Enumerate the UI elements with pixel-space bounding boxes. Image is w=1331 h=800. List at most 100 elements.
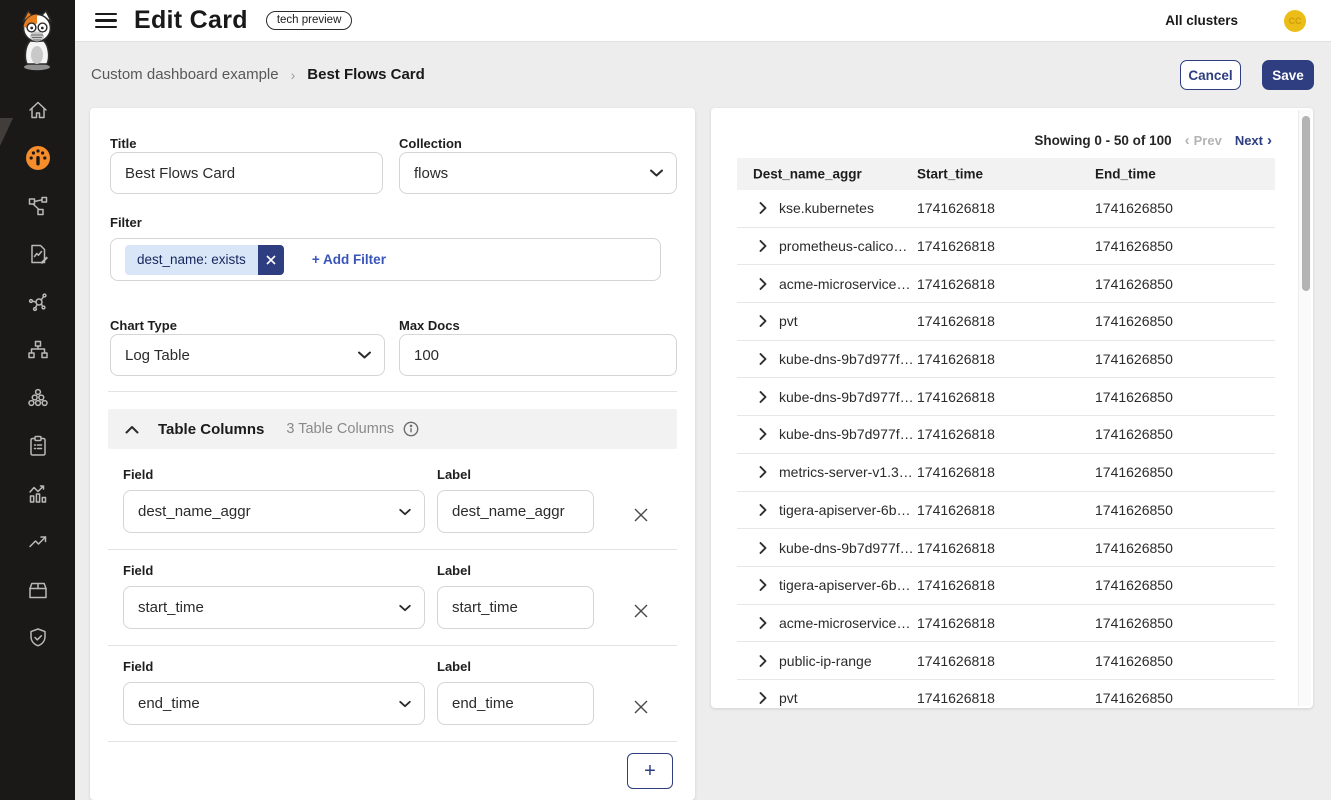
cell-start-time: 1741626818 bbox=[917, 577, 995, 593]
home-icon bbox=[26, 98, 50, 122]
column-label-input[interactable]: end_time bbox=[437, 682, 594, 725]
add-column-button[interactable]: + bbox=[627, 753, 673, 789]
field-label: Field bbox=[123, 467, 153, 482]
column-field-select[interactable]: end_time bbox=[123, 682, 425, 725]
divider bbox=[108, 741, 677, 742]
row-expand-chevron-icon[interactable] bbox=[759, 428, 767, 440]
cell-dest-name: kube-dns-9b7d977f… bbox=[779, 351, 914, 367]
table-column-row: Field dest_name_aggr Label dest_name_agg… bbox=[90, 467, 695, 537]
table-row[interactable]: acme-microservice… 1741626818 1741626850 bbox=[737, 265, 1275, 303]
row-expand-chevron-icon[interactable] bbox=[759, 655, 767, 667]
cell-start-time: 1741626818 bbox=[917, 276, 995, 292]
prev-page-button[interactable]: ‹ Prev bbox=[1185, 133, 1222, 148]
filter-input[interactable]: dest_name: exists + Add Filter bbox=[110, 238, 661, 281]
scrollbar-thumb[interactable] bbox=[1302, 116, 1310, 291]
cell-dest-name: tigera-apiserver-6b… bbox=[779, 577, 911, 593]
table-row[interactable]: pvt 1741626818 1741626850 bbox=[737, 680, 1275, 708]
column-label-input[interactable]: dest_name_aggr bbox=[437, 490, 594, 533]
table-row[interactable]: kube-dns-9b7d977f… 1741626818 1741626850 bbox=[737, 378, 1275, 416]
cell-end-time: 1741626850 bbox=[1095, 615, 1173, 631]
row-expand-chevron-icon[interactable] bbox=[759, 278, 767, 290]
row-expand-chevron-icon[interactable] bbox=[759, 692, 767, 704]
hamburger-menu-icon[interactable] bbox=[95, 13, 117, 29]
cell-end-time: 1741626850 bbox=[1095, 238, 1173, 254]
table-row[interactable]: tigera-apiserver-6b… 1741626818 17416268… bbox=[737, 492, 1275, 530]
cell-start-time: 1741626818 bbox=[917, 389, 995, 405]
table-row[interactable]: tigera-apiserver-6b… 1741626818 17416268… bbox=[737, 567, 1275, 605]
sidebar-item-security[interactable] bbox=[0, 614, 75, 662]
chevron-down-icon bbox=[358, 351, 371, 359]
max-docs-input[interactable]: 100 bbox=[399, 334, 677, 376]
column-label-input[interactable]: start_time bbox=[437, 586, 594, 629]
table-row[interactable]: kube-dns-9b7d977f… 1741626818 1741626850 bbox=[737, 416, 1275, 454]
cell-end-time: 1741626850 bbox=[1095, 690, 1173, 706]
scrollbar-track[interactable] bbox=[1298, 110, 1311, 706]
sidebar-item-log-stats[interactable] bbox=[0, 470, 75, 518]
sidebar-item-policies[interactable] bbox=[0, 230, 75, 278]
chevron-up-icon[interactable] bbox=[125, 425, 139, 434]
sidebar-item-threat-trends[interactable] bbox=[0, 518, 75, 566]
save-button[interactable]: Save bbox=[1262, 60, 1314, 90]
document-edit-icon bbox=[26, 242, 50, 266]
next-page-button[interactable]: Next › bbox=[1235, 133, 1272, 148]
filter-chip-remove-icon[interactable] bbox=[258, 245, 284, 275]
table-row[interactable]: kube-dns-9b7d977f… 1741626818 1741626850 bbox=[737, 529, 1275, 567]
row-expand-chevron-icon[interactable] bbox=[759, 391, 767, 403]
sidebar-item-home[interactable] bbox=[0, 86, 75, 134]
breadcrumb-parent-link[interactable]: Custom dashboard example bbox=[91, 66, 279, 83]
table-row[interactable]: pvt 1741626818 1741626850 bbox=[737, 303, 1275, 341]
table-columns-section-header[interactable]: Table Columns 3 Table Columns bbox=[108, 409, 677, 449]
info-icon[interactable] bbox=[403, 421, 419, 437]
pagination: Showing 0 - 50 of 100 ‹ Prev Next › bbox=[1034, 133, 1272, 148]
row-expand-chevron-icon[interactable] bbox=[759, 315, 767, 327]
topbar: Edit Card tech preview All clusters CC bbox=[75, 0, 1331, 42]
cell-start-time: 1741626818 bbox=[917, 313, 995, 329]
row-expand-chevron-icon[interactable] bbox=[759, 579, 767, 591]
remove-column-icon[interactable] bbox=[628, 694, 654, 720]
table-row[interactable]: acme-microservice… 1741626818 1741626850 bbox=[737, 605, 1275, 643]
topology-icon bbox=[26, 194, 50, 218]
column-field-select[interactable]: start_time bbox=[123, 586, 425, 629]
table-row[interactable]: public-ip-range 1741626818 1741626850 bbox=[737, 642, 1275, 680]
remove-column-icon[interactable] bbox=[628, 502, 654, 528]
table-row[interactable]: kube-dns-9b7d977f… 1741626818 1741626850 bbox=[737, 341, 1275, 379]
sidebar-item-compliance-reports[interactable] bbox=[0, 422, 75, 470]
sidebar-item-network-topology[interactable] bbox=[0, 182, 75, 230]
sidebar-item-dashboards[interactable] bbox=[0, 134, 75, 182]
cell-start-time: 1741626818 bbox=[917, 464, 995, 480]
cell-start-time: 1741626818 bbox=[917, 200, 995, 216]
column-header: Dest_name_aggr bbox=[753, 167, 862, 182]
cell-dest-name: prometheus-calico… bbox=[779, 238, 907, 254]
cell-dest-name: pvt bbox=[779, 313, 798, 329]
row-expand-chevron-icon[interactable] bbox=[759, 617, 767, 629]
add-filter-link[interactable]: + Add Filter bbox=[312, 252, 386, 267]
cluster-selector[interactable]: All clusters bbox=[1165, 13, 1238, 28]
collection-select[interactable]: flows bbox=[399, 152, 677, 194]
cell-end-time: 1741626850 bbox=[1095, 540, 1173, 556]
column-header: End_time bbox=[1095, 167, 1156, 182]
cancel-button[interactable]: Cancel bbox=[1180, 60, 1241, 90]
filter-chip-text: dest_name: exists bbox=[125, 245, 258, 275]
row-expand-chevron-icon[interactable] bbox=[759, 240, 767, 252]
chart-type-select[interactable]: Log Table bbox=[110, 334, 385, 376]
sidebar-item-service-graph[interactable] bbox=[0, 278, 75, 326]
row-expand-chevron-icon[interactable] bbox=[759, 542, 767, 554]
row-expand-chevron-icon[interactable] bbox=[759, 353, 767, 365]
table-row[interactable]: prometheus-calico… 1741626818 1741626850 bbox=[737, 228, 1275, 266]
avatar[interactable]: CC bbox=[1284, 10, 1306, 32]
cell-end-time: 1741626850 bbox=[1095, 200, 1173, 216]
preview-table-body: kse.kubernetes 1741626818 1741626850 pro… bbox=[737, 190, 1275, 708]
row-expand-chevron-icon[interactable] bbox=[759, 202, 767, 214]
row-expand-chevron-icon[interactable] bbox=[759, 504, 767, 516]
calico-cat-logo[interactable] bbox=[11, 8, 63, 72]
title-input[interactable]: Best Flows Card bbox=[110, 152, 383, 194]
table-row[interactable]: kse.kubernetes 1741626818 1741626850 bbox=[737, 190, 1275, 228]
column-field-select[interactable]: dest_name_aggr bbox=[123, 490, 425, 533]
sidebar-item-image-assurance[interactable] bbox=[0, 566, 75, 614]
sidebar-item-nodes[interactable] bbox=[0, 374, 75, 422]
row-expand-chevron-icon[interactable] bbox=[759, 466, 767, 478]
remove-column-icon[interactable] bbox=[628, 598, 654, 624]
cell-start-time: 1741626818 bbox=[917, 351, 995, 367]
sidebar-item-network-sets[interactable] bbox=[0, 326, 75, 374]
table-row[interactable]: metrics-server-v1.3… 1741626818 17416268… bbox=[737, 454, 1275, 492]
